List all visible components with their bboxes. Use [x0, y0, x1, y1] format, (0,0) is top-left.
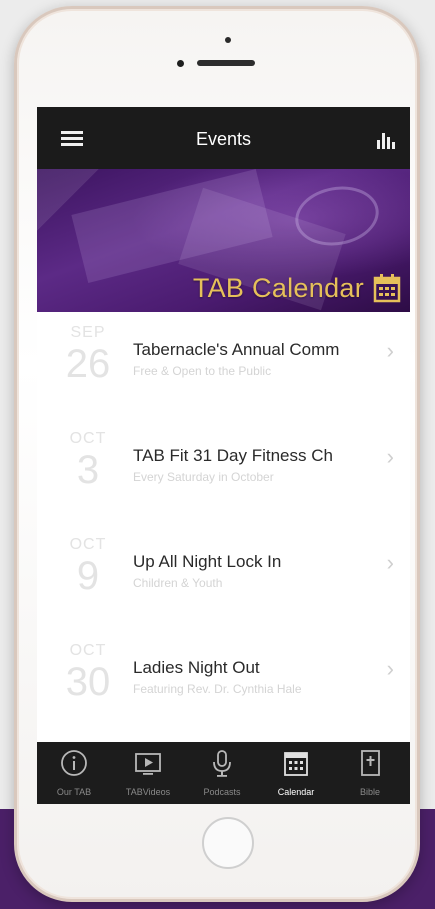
page-title: Events [195, 129, 252, 149]
tab-calendar[interactable]: Calendar [259, 742, 333, 804]
event-date: OCT 3 [63, 430, 113, 490]
chevron-right-icon: › [386, 550, 394, 575]
event-date: SEP 26 [63, 324, 113, 384]
video-icon [135, 753, 161, 775]
banner-title: TAB Calendar [192, 273, 364, 303]
chevron-right-icon: › [386, 656, 394, 681]
event-title: Tabernacle's Annual Comm [133, 340, 340, 359]
event-month: OCT [69, 642, 107, 659]
chevron-right-icon: › [386, 444, 394, 469]
events-list: SEP 26 Tabernacle's Annual Comm Free & O… [37, 312, 410, 742]
event-date: OCT 9 [63, 536, 113, 596]
event-day: 30 [65, 660, 111, 704]
event-title: TAB Fit 31 Day Fitness Ch [133, 446, 333, 465]
event-subtitle: Children & Youth [133, 576, 223, 590]
sensor [177, 60, 184, 67]
event-day: 9 [76, 554, 100, 598]
top-navbar: Events [37, 107, 410, 169]
calendar-banner: TAB Calendar [37, 169, 410, 312]
tab-label: Podcasts [203, 787, 241, 797]
tab-our-tab[interactable]: Our TAB [37, 742, 111, 804]
bar-chart-icon[interactable] [376, 129, 396, 149]
front-camera [225, 37, 231, 43]
event-date: OCT 30 [63, 642, 113, 702]
app-screen: Events TAB Calendar SEP 26 Tabernacle's … [37, 107, 410, 804]
calendar-icon [373, 274, 401, 303]
event-day: 26 [65, 342, 111, 386]
event-subtitle: Every Saturday in October [133, 470, 274, 484]
tab-podcasts[interactable]: Podcasts [185, 742, 259, 804]
home-button[interactable] [202, 817, 254, 869]
tab-videos[interactable]: TABVideos [111, 742, 185, 804]
earpiece-speaker [197, 60, 255, 66]
event-item[interactable]: OCT 30 Ladies Night Out Featuring Rev. D… [37, 630, 410, 734]
event-item[interactable]: OCT 9 Up All Night Lock In Children & Yo… [37, 524, 410, 628]
tab-label: Bible [359, 787, 380, 797]
event-day: 3 [76, 448, 100, 492]
bible-icon [361, 750, 380, 776]
event-month: OCT [69, 536, 107, 553]
tab-label: Calendar [277, 787, 315, 797]
event-month: SEP [70, 324, 106, 341]
info-icon [61, 750, 87, 776]
microphone-icon [213, 750, 231, 777]
event-title: Up All Night Lock In [133, 552, 282, 571]
bottom-tab-bar: Our TAB TABVideos Podcasts Calendar Bibl… [37, 742, 410, 804]
chevron-right-icon: › [386, 338, 394, 363]
event-subtitle: Featuring Rev. Dr. Cynthia Hale [133, 682, 302, 696]
event-subtitle: Free & Open to the Public [133, 364, 272, 378]
tab-label: TABVideos [125, 787, 171, 797]
event-title: Ladies Night Out [133, 658, 260, 677]
event-item[interactable]: OCT 3 TAB Fit 31 Day Fitness Ch Every Sa… [37, 418, 410, 522]
event-month: OCT [69, 430, 107, 447]
tab-bible[interactable]: Bible [333, 742, 407, 804]
tab-label: Our TAB [56, 787, 92, 797]
event-item[interactable]: SEP 26 Tabernacle's Annual Comm Free & O… [37, 312, 410, 416]
calendar-icon [284, 752, 308, 776]
